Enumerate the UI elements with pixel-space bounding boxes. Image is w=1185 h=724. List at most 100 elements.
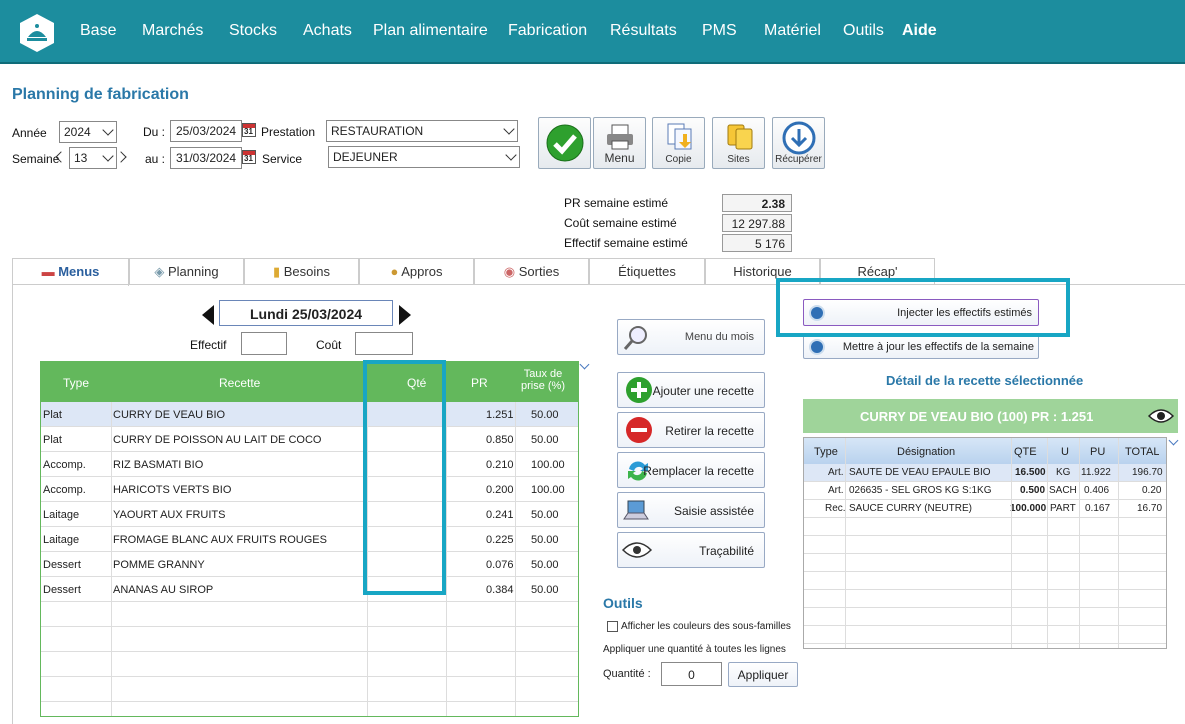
couleurs-checkbox[interactable] [607,621,618,632]
chevron-down-icon [102,124,114,136]
table-row[interactable]: Accomp. HARICOTS VERTS BIO 0.200 100.00 [41,477,578,502]
ajouter-recette-button[interactable]: Ajouter une recette [617,372,765,408]
appliquer-button[interactable]: Appliquer [728,662,798,687]
next-week-icon[interactable] [115,151,127,163]
highlight-qte-column [363,360,446,595]
nav-fabrication[interactable]: Fabrication [508,22,587,40]
col-recette[interactable]: Recette [219,376,260,390]
semaine-label: Semaine [12,152,60,166]
nav-achats[interactable]: Achats [303,22,352,40]
col-pu[interactable]: PU [1090,446,1105,458]
tab-menus[interactable]: ▬ Menus [12,258,129,286]
tab-besoins[interactable]: ▮ Besoins [244,258,359,284]
col-pr[interactable]: PR [471,376,488,390]
printer-icon [607,124,633,150]
add-icon [626,377,652,403]
prestation-select[interactable]: RESTAURATION [326,120,518,142]
menu-print-button[interactable]: Menu [593,117,646,169]
stat-label: Effectif semaine estimé [564,236,688,250]
effectif-input[interactable] [241,332,287,355]
table-row[interactable]: Plat CURRY DE POISSON AU LAIT DE COCO 0.85… [41,427,578,452]
nav-stocks[interactable]: Stocks [229,22,277,40]
table-row[interactable]: Rec. SAUCE CURRY (NEUTRE) 100.000 PART 0.167… [804,500,1166,518]
highlight-injecter-button [776,278,1070,337]
table-row[interactable]: Art. 026635 - SEL GROS KG S:1KG 0.500 SACH 0… [804,482,1166,500]
col-total[interactable]: TOTAL [1125,446,1159,458]
tracabilite-button[interactable]: Traçabilité [617,532,765,568]
table-row[interactable]: Dessert POMME GRANNY 0.076 50.00 [41,552,578,577]
service-select[interactable]: DEJEUNER [328,146,520,168]
table-row-empty [804,590,1166,608]
quantite-input[interactable]: 0 [661,662,722,686]
validate-button[interactable] [538,117,591,169]
date-du-input[interactable]: 25/03/2024 [170,120,242,142]
nav-pms[interactable]: PMS [702,22,737,40]
col-designation[interactable]: Désignation [897,446,955,458]
prev-day-icon[interactable] [202,305,214,325]
col-qte[interactable]: QTE [1014,446,1037,458]
col-taux[interactable]: Taux de prise (%) [518,368,568,392]
table-row[interactable]: Laitage FROMAGE BLANC AUX FRUITS ROUGES 0.… [41,527,578,552]
table-row[interactable]: Dessert ANANAS AU SIROP 0.384 50.00 [41,577,578,602]
stat-label: PR semaine estimé [564,196,669,210]
col-type[interactable]: Type [63,376,89,390]
tab-sorties[interactable]: ◉ Sorties [474,258,589,284]
table-row-empty [804,626,1166,644]
detail-title: Détail de la recette sélectionnée [886,373,1084,388]
copy-icon [667,123,692,150]
remplacer-recette-button[interactable]: Remplacer la recette [617,452,765,488]
nav-aide[interactable]: Aide [902,22,937,40]
calendar-icon[interactable]: 31 [242,123,256,137]
table-row-empty [41,602,578,627]
cout-input[interactable] [355,332,413,355]
mettre-a-jour-button[interactable]: Mettre à jour les effectifs de la semain… [803,334,1039,359]
date-au-input[interactable]: 31/03/2024 [170,147,242,169]
table-row-empty [804,554,1166,572]
app-logo-icon[interactable] [18,13,56,53]
table-row[interactable]: Plat CURRY DE VEAU BIO 1.251 50.00 [41,402,578,427]
eye-icon[interactable] [1148,408,1174,424]
copie-button[interactable]: Copie [652,117,705,169]
table-row[interactable]: Laitage YAOURT AUX FRUITS 0.241 50.00 [41,502,578,527]
nav-marches[interactable]: Marchés [142,22,203,40]
menu-du-mois-button[interactable]: Menu du mois [617,319,765,355]
table-row[interactable]: Accomp. RIZ BASMATI BIO 0.210 100.00 [41,452,578,477]
detail-header: Type Désignation QTE U PU TOTAL [804,438,1166,464]
outils-title: Outils [603,595,643,611]
sites-button[interactable]: Sites [712,117,765,169]
table-row-empty [804,518,1166,536]
detail-grid: Type Désignation QTE U PU TOTAL Art. SAUT… [803,437,1167,649]
chevron-down-icon [503,123,515,135]
annee-select[interactable]: 2024 [59,121,117,143]
nav-base[interactable]: Base [80,22,116,40]
nav-outils[interactable]: Outils [843,22,884,40]
table-row[interactable]: Art. SAUTE DE VEAU EPAULE BIO 16.500 KG 11.9… [804,464,1166,482]
grid-body: Plat CURRY DE VEAU BIO 1.251 50.00 Plat CURR… [41,402,578,716]
tab-etiquettes[interactable]: Étiquettes [589,258,705,284]
couleurs-label: Afficher les couleurs des sous-familles [621,621,791,632]
menus-icon: ▬ [41,264,59,279]
saisie-assistee-button[interactable]: Saisie assistée [617,492,765,528]
prestation-label: Prestation [261,125,316,139]
next-day-icon[interactable] [399,305,411,325]
col-type[interactable]: Type [814,446,838,458]
semaine-select[interactable]: 13 [69,147,117,169]
stat-value: 2.38 [722,194,792,212]
chevron-down-icon [505,149,517,161]
apply-text: Appliquer une quantité à toutes les lign… [603,644,786,655]
sorties-icon: ◉ [503,264,519,279]
table-row-empty [41,677,578,702]
effectif-label: Effectif [190,338,227,352]
nav-plan-alimentaire[interactable]: Plan alimentaire [373,22,488,40]
remove-icon [626,417,652,443]
nav-materiel[interactable]: Matériel [764,22,821,40]
tab-appros[interactable]: ● Appros [359,258,474,284]
col-u[interactable]: U [1061,446,1069,458]
calendar-icon[interactable]: 31 [242,150,256,164]
retirer-recette-button[interactable]: Retirer la recette [617,412,765,448]
besoins-icon: ▮ [272,264,284,279]
cout-label: Coût [316,338,342,352]
recuperer-button[interactable]: Récupérer [772,117,825,169]
nav-resultats[interactable]: Résultats [610,22,677,40]
tab-planning[interactable]: ◈ Planning [129,258,244,284]
